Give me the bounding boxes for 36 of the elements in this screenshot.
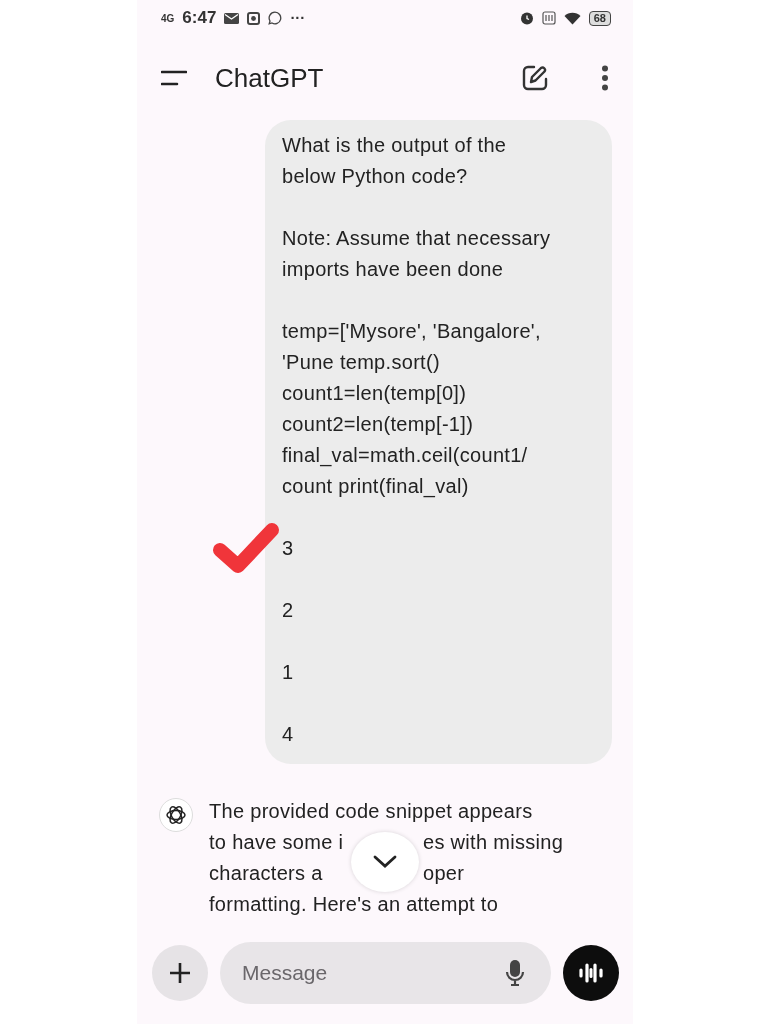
menu-icon[interactable] [161, 69, 187, 87]
reply-text: formatting. Here's an attempt to [209, 892, 499, 917]
reply-text: oper [423, 861, 465, 886]
message-text: 3 [282, 536, 295, 561]
network-label: 4G [161, 11, 175, 26]
message-text: Note: Assume that necessary imports have been done [282, 226, 552, 282]
volte-icon [541, 11, 556, 25]
app-title: ChatGPT [215, 61, 324, 95]
message-text: What is the output of the below Python code? [282, 133, 508, 189]
microphone-icon[interactable] [505, 959, 525, 987]
message-text: temp=['Mysore', 'Bangalore', 'Pune temp.sort() count1=len(temp[0]) count2=len(temp[-1]) final_val=math.ceil(count1/ count print(final_val) [282, 319, 542, 500]
reply-text: characters a [209, 861, 324, 886]
more-notifications: ··· [290, 7, 306, 28]
reply-text: es with missing [423, 830, 564, 855]
new-chat-icon[interactable] [521, 64, 549, 92]
message-field[interactable]: Message [220, 942, 551, 1004]
checkmark-icon [212, 520, 280, 576]
camera-icon [247, 11, 261, 25]
chevron-down-icon [372, 854, 398, 870]
reply-text: to have some i [209, 830, 345, 855]
message-text: 2 [282, 598, 295, 623]
alarm-icon [519, 11, 534, 25]
more-options-icon[interactable] [601, 65, 609, 91]
wifi-icon [563, 11, 581, 25]
plus-icon [169, 962, 191, 984]
scroll-down-button[interactable] [351, 832, 419, 892]
add-button[interactable] [152, 945, 208, 1001]
message-text: 4 [282, 722, 295, 747]
clock: 6:47 [182, 7, 217, 30]
reply-text: The provided code snippet appears [209, 799, 533, 824]
battery-indicator: 68 [588, 10, 611, 26]
assistant-avatar [159, 798, 193, 832]
voice-button[interactable] [563, 945, 619, 1001]
message-text: 1 [282, 660, 295, 685]
mail-icon [224, 12, 240, 24]
chat-bubble-icon [268, 11, 283, 25]
